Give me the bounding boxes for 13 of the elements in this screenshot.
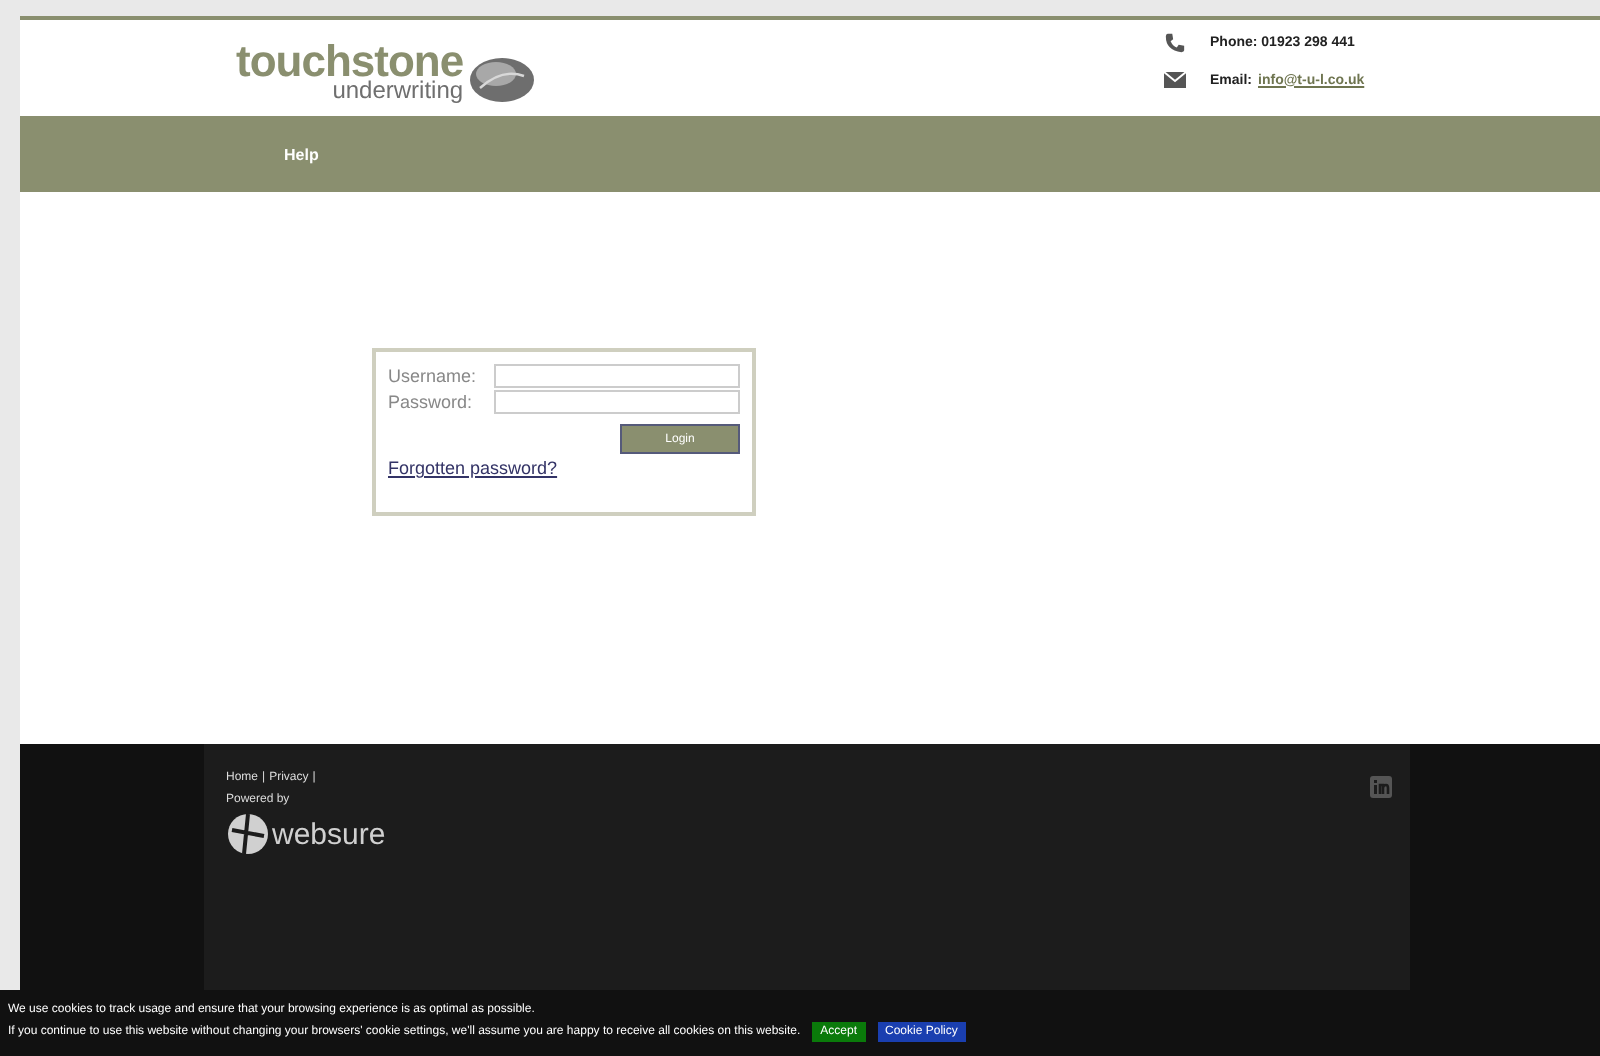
globe-icon (226, 812, 270, 856)
field-label: Password: (388, 391, 473, 411)
linkedin-icon[interactable] (1370, 776, 1392, 798)
phone-icon (1164, 32, 1186, 54)
field-label: Username: (388, 365, 477, 385)
envelope-icon (1164, 72, 1186, 88)
pebble-icon (467, 56, 536, 104)
password-field[interactable] (494, 389, 740, 413)
username-field[interactable] (494, 363, 740, 387)
logo-wordmark: touchstone (236, 43, 464, 81)
forgot-password-link[interactable]: Forgotten password? (388, 458, 740, 478)
websure-wordmark: websure (272, 817, 386, 851)
logo-subtitle: underwriting (332, 80, 464, 101)
